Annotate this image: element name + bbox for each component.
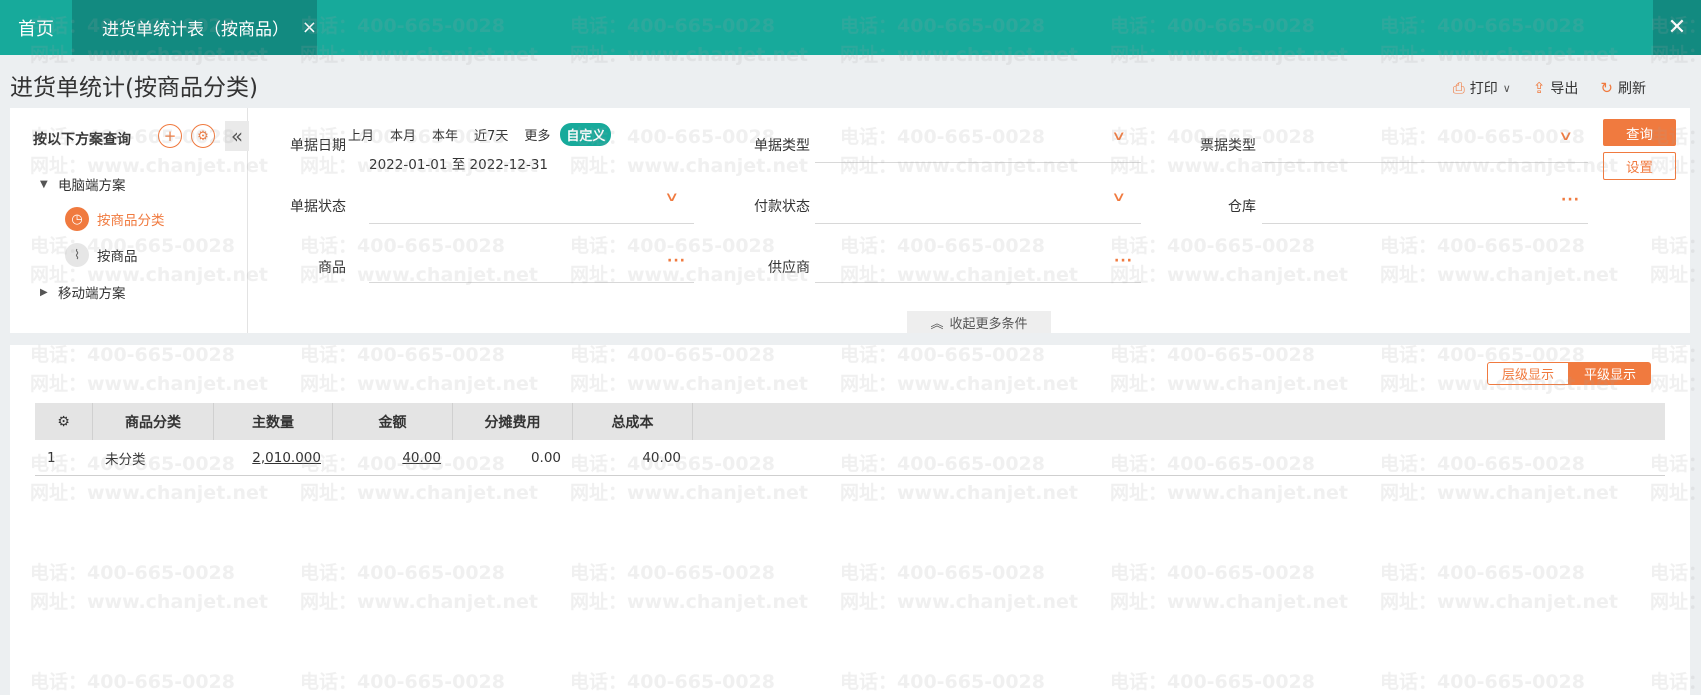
doc-date-label: 单据日期 <box>290 138 346 154</box>
doc-status-chevron-icon[interactable]: ∨ <box>664 190 679 205</box>
page-title: 进货单统计(按商品分类) <box>10 75 258 101</box>
chip-more[interactable]: 更多 <box>518 123 556 146</box>
refresh-icon: ↻ <box>1600 79 1613 97</box>
caret-right-icon: ▶ <box>40 286 48 298</box>
clock-icon: ◷ <box>65 207 89 231</box>
caret-down-icon: ▼ <box>40 178 48 190</box>
product-field[interactable] <box>369 282 694 283</box>
tree-group-pc[interactable]: ▼ 电脑端方案 <box>40 174 126 194</box>
payment-status-chevron-icon[interactable]: ∨ <box>1111 190 1126 205</box>
view-toggle: 层级显示 平级显示 <box>1487 362 1652 385</box>
chart-icon: ⌇ <box>65 243 89 267</box>
col-fee[interactable]: 分摊费用 <box>453 403 573 440</box>
product-label: 商品 <box>318 260 346 276</box>
chevron-up-icon: ︽ <box>930 316 944 332</box>
settings-button[interactable]: 设置 <box>1603 152 1676 180</box>
row-filler <box>693 440 1665 475</box>
product-more-icon[interactable]: ··· <box>667 253 686 269</box>
collapse-more-label: 收起更多条件 <box>949 316 1028 332</box>
chip-this-month[interactable]: 本月 <box>384 123 422 146</box>
tab-close-icon[interactable]: × <box>302 17 317 38</box>
refresh-button[interactable]: ↻ 刷新 <box>1600 78 1646 98</box>
scheme-item-label: 按商品 <box>97 249 138 265</box>
supplier-more-icon[interactable]: ··· <box>1114 253 1133 269</box>
tab-bar: 首页 进货单统计表（按商品） × ✕ <box>0 0 1701 55</box>
refresh-label: 刷新 <box>1618 81 1646 97</box>
scheme-item-by-category[interactable]: ◷ 按商品分类 <box>65 207 165 231</box>
invoice-type-label: 票据类型 <box>1200 138 1256 154</box>
date-range-value[interactable]: 2022-01-01 至 2022-12-31 <box>369 153 548 173</box>
scheme-item-by-product[interactable]: ⌇ 按商品 <box>65 243 138 267</box>
scheme-settings-icon[interactable]: ⚙ <box>191 124 215 148</box>
cell-cost: 40.00 <box>642 449 681 466</box>
cell-amount[interactable]: 40.00 <box>333 440 453 475</box>
chip-last-7-days[interactable]: 近7天 <box>468 123 514 146</box>
tree-group-mobile[interactable]: ▶ 移动端方案 <box>40 282 126 302</box>
tab-label: 进货单统计表（按商品） <box>102 20 289 40</box>
toolbar: ⎙ 打印 ∨ ⇪ 导出 ↻ 刷新 <box>1453 78 1646 98</box>
cell-category: 未分类 <box>105 451 146 468</box>
invoice-type-chevron-icon[interactable]: ∨ <box>1558 129 1573 144</box>
header-filler <box>693 403 1665 440</box>
doc-type-chevron-icon[interactable]: ∨ <box>1111 129 1126 144</box>
tab-purchase-stats[interactable]: 进货单统计表（按商品） × <box>72 0 317 55</box>
tree-group-label: 电脑端方案 <box>58 178 126 194</box>
filter-panel: 按以下方案查询 + ⚙ « ▼ 电脑端方案 ◷ 按商品分类 ⌇ 按商品 ▶ 移动… <box>10 108 1690 333</box>
invoice-type-select[interactable] <box>1262 162 1588 163</box>
export-icon: ⇪ <box>1532 79 1546 97</box>
collapse-sidebar-icon[interactable]: « <box>225 121 249 151</box>
export-button[interactable]: ⇪ 导出 <box>1533 78 1579 98</box>
doc-type-select[interactable] <box>815 162 1141 163</box>
hierarchical-view-button[interactable]: 层级显示 <box>1487 362 1570 385</box>
tree-group-label: 移动端方案 <box>58 286 126 302</box>
doc-status-label: 单据状态 <box>290 199 346 215</box>
col-category[interactable]: 商品分类 <box>93 403 214 440</box>
add-scheme-icon[interactable]: + <box>158 124 182 148</box>
print-label: 打印 <box>1469 81 1498 97</box>
date-shortcuts: 上月 本月 本年 近7天 更多 自定义 <box>342 123 612 146</box>
column-settings-icon[interactable]: ⚙ <box>35 403 93 440</box>
supplier-field[interactable] <box>815 282 1141 283</box>
scheme-sidebar: 按以下方案查询 + ⚙ « ▼ 电脑端方案 ◷ 按商品分类 ⌇ 按商品 ▶ 移动… <box>10 108 249 333</box>
tab-home[interactable]: 首页 <box>0 0 72 55</box>
result-panel: 层级显示 平级显示 ⚙ 商品分类 主数量 金额 分摊费用 总成本 1 未分类 2… <box>10 345 1690 695</box>
query-button[interactable]: 查询 <box>1603 119 1676 146</box>
chip-this-year[interactable]: 本年 <box>426 123 464 146</box>
supplier-label: 供应商 <box>768 260 810 276</box>
doc-status-select[interactable] <box>369 223 694 224</box>
chip-custom[interactable]: 自定义 <box>560 123 612 146</box>
printer-icon: ⎙ <box>1452 79 1465 97</box>
col-qty[interactable]: 主数量 <box>214 403 333 440</box>
flat-view-button[interactable]: 平级显示 <box>1569 362 1652 385</box>
scheme-header: 按以下方案查询 <box>33 132 131 148</box>
col-amount[interactable]: 金额 <box>333 403 453 440</box>
result-table: ⚙ 商品分类 主数量 金额 分摊费用 总成本 1 未分类 2,010.000 4… <box>35 403 1665 476</box>
export-label: 导出 <box>1550 81 1579 97</box>
warehouse-more-icon[interactable]: ··· <box>1561 192 1580 208</box>
collapse-more-button[interactable]: ︽ 收起更多条件 <box>907 311 1051 333</box>
cell-fee: 0.00 <box>530 449 561 466</box>
payment-status-label: 付款状态 <box>754 199 810 215</box>
payment-status-select[interactable] <box>815 223 1141 224</box>
warehouse-label: 仓库 <box>1228 199 1256 215</box>
warehouse-field[interactable] <box>1262 223 1588 224</box>
cell-qty[interactable]: 2,010.000 <box>214 440 333 475</box>
chip-last-month[interactable]: 上月 <box>342 123 380 146</box>
table-row[interactable]: 1 未分类 2,010.000 40.00 0.00 40.00 <box>35 440 1665 476</box>
print-button[interactable]: ⎙ 打印 ∨ <box>1453 78 1511 98</box>
table-header: ⚙ 商品分类 主数量 金额 分摊费用 总成本 <box>35 403 1665 440</box>
chevron-down-icon[interactable]: ∨ <box>1503 82 1511 95</box>
close-all-icon[interactable]: ✕ <box>1653 0 1701 55</box>
col-cost[interactable]: 总成本 <box>573 403 693 440</box>
doc-type-label: 单据类型 <box>754 138 810 154</box>
scheme-item-label: 按商品分类 <box>97 213 165 229</box>
row-index: 1 <box>47 449 56 466</box>
